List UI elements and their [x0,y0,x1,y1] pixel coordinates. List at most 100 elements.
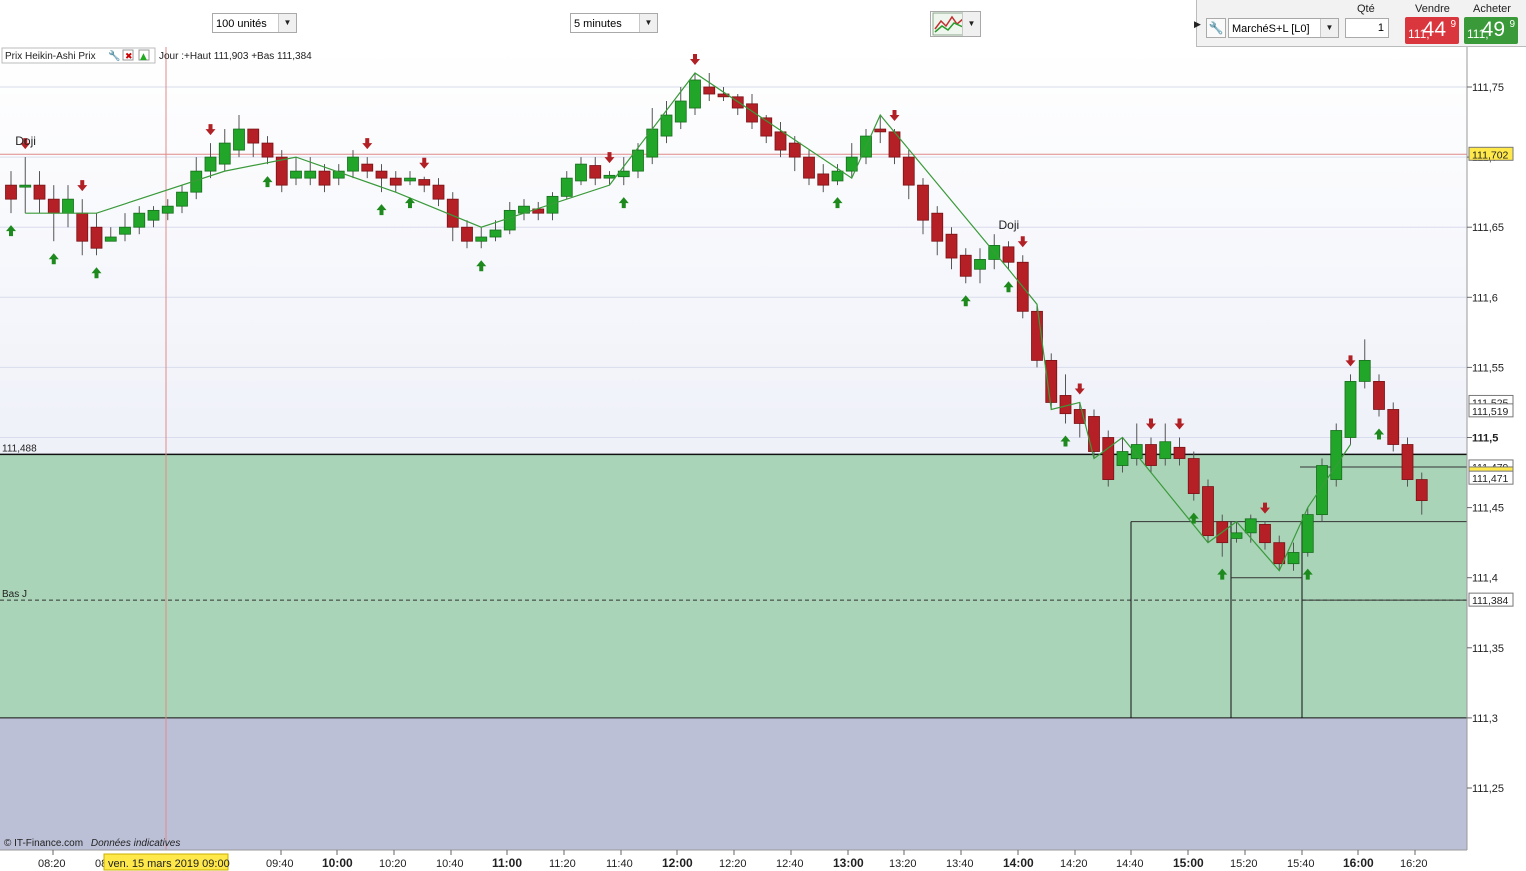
candle-body[interactable] [674,100,687,123]
candle-body[interactable] [974,259,986,270]
candle-body[interactable] [817,173,830,186]
candle-body[interactable] [1259,524,1271,544]
doji-label: Doji [15,134,36,148]
candle-body[interactable] [62,198,74,214]
y-tick-label: 111,3 [1472,713,1498,725]
candle-body[interactable] [1373,381,1385,410]
sell-button[interactable]: 111, 44 9 [1405,17,1459,44]
buy-price-big: 49 [1481,18,1505,41]
candle-body[interactable] [1002,246,1015,263]
candle-body[interactable] [888,131,901,158]
candle-body[interactable] [361,163,374,172]
candle-body[interactable] [461,226,473,242]
candle-body[interactable] [389,177,402,186]
candle-body[interactable] [1102,437,1115,480]
x-tick-label: 15:00 [1173,856,1204,870]
candle-body[interactable] [1401,444,1414,480]
candle-body[interactable] [1287,552,1300,565]
candle-body[interactable] [489,229,502,238]
candle-body[interactable] [204,156,217,172]
candle-body[interactable] [33,184,46,200]
candle-body[interactable] [318,170,331,186]
candle-body[interactable] [1387,409,1400,445]
candle-body[interactable] [418,179,431,186]
candle-body[interactable] [1244,518,1257,534]
candle-body[interactable] [1202,486,1214,537]
candle-body[interactable] [275,156,288,186]
candle-body[interactable] [917,184,929,221]
candle-body[interactable] [347,156,359,172]
candle-body[interactable] [689,79,701,109]
candle-body[interactable] [503,209,516,231]
candle-body[interactable] [176,191,188,207]
candle-body[interactable] [660,114,673,137]
qty-input[interactable]: 1 [1345,18,1389,38]
candle-body[interactable] [233,128,245,151]
x-tick-label: 08:20 [38,858,66,870]
candle-body[interactable] [446,198,459,228]
candle-body[interactable] [133,212,146,228]
candle-body[interactable] [147,209,160,221]
candle-body[interactable] [831,170,844,182]
expand-arrow-icon[interactable]: ▶ [1194,19,1201,30]
candle-body[interactable] [1116,451,1129,466]
buy-button[interactable]: 111, 49 9 [1464,17,1518,44]
candle-body[interactable] [1145,444,1157,466]
candle-body[interactable] [1358,359,1371,382]
candle-body[interactable] [19,184,32,188]
candle-body[interactable] [90,226,103,249]
candle-body[interactable] [589,165,602,179]
legend-indicator: Prix Heikin-Ashi Prix [5,51,96,62]
candle-body[interactable] [1344,381,1357,438]
price-tag-label: 111,384 [1472,595,1509,607]
x-tick-label: 14:00 [1003,856,1034,870]
wrench-icon[interactable]: 🔧 [1206,18,1226,38]
candle-body[interactable] [803,156,815,179]
candle-body[interactable] [603,174,616,179]
candle-body[interactable] [774,131,787,151]
candle-body[interactable] [1173,446,1186,459]
candle-body[interactable] [161,205,174,214]
candle-body[interactable] [874,128,887,133]
candle-body[interactable] [1273,542,1286,565]
candle-body[interactable] [1130,444,1143,459]
candle-body[interactable] [1088,416,1100,452]
candle-body[interactable] [218,142,231,165]
instrument-dropdown[interactable]: MarchéS+L [L0] ▼ [1228,18,1339,38]
candle-body[interactable] [1230,532,1243,539]
candle-body[interactable] [746,103,758,123]
wrench-icon[interactable]: 🔧 [108,49,120,62]
units-dropdown[interactable]: 100 unités ▼ [212,13,297,33]
x-tick-label: 10:20 [379,858,407,870]
candle-body[interactable] [931,212,944,242]
candle-body[interactable] [76,212,89,242]
candle-body[interactable] [47,198,60,214]
candle-body[interactable] [304,170,317,179]
candle-body[interactable] [290,170,302,179]
candle-body[interactable] [1415,479,1428,501]
candle-body[interactable] [1301,514,1314,553]
candle-body[interactable] [432,184,445,200]
qty-label: Qté [1357,3,1375,15]
price-chart[interactable]: 111,488Bas J DojiDoji 111,75111,7111,651… [0,47,1526,871]
candle-body[interactable] [475,236,488,242]
candle-body[interactable] [945,233,958,259]
interval-dropdown[interactable]: 5 minutes ▼ [570,13,658,33]
candle-body[interactable] [247,128,260,144]
candle-body[interactable] [5,184,17,200]
candle-body[interactable] [788,142,801,158]
candle-body[interactable] [375,170,388,179]
chart-type-dropdown[interactable]: ▼ [930,11,981,37]
candle-body[interactable] [902,156,915,186]
candle-body[interactable] [104,236,117,242]
candle-body[interactable] [959,254,972,277]
candle-body[interactable] [1316,465,1328,516]
candle-body[interactable] [703,86,716,95]
candle-body[interactable] [560,177,573,197]
candle-body[interactable] [261,142,274,158]
candle-body[interactable] [1159,441,1172,459]
candle-body[interactable] [1187,458,1200,494]
candle-body[interactable] [575,163,587,182]
candle-body[interactable] [404,177,416,182]
candle-body[interactable] [119,226,131,235]
